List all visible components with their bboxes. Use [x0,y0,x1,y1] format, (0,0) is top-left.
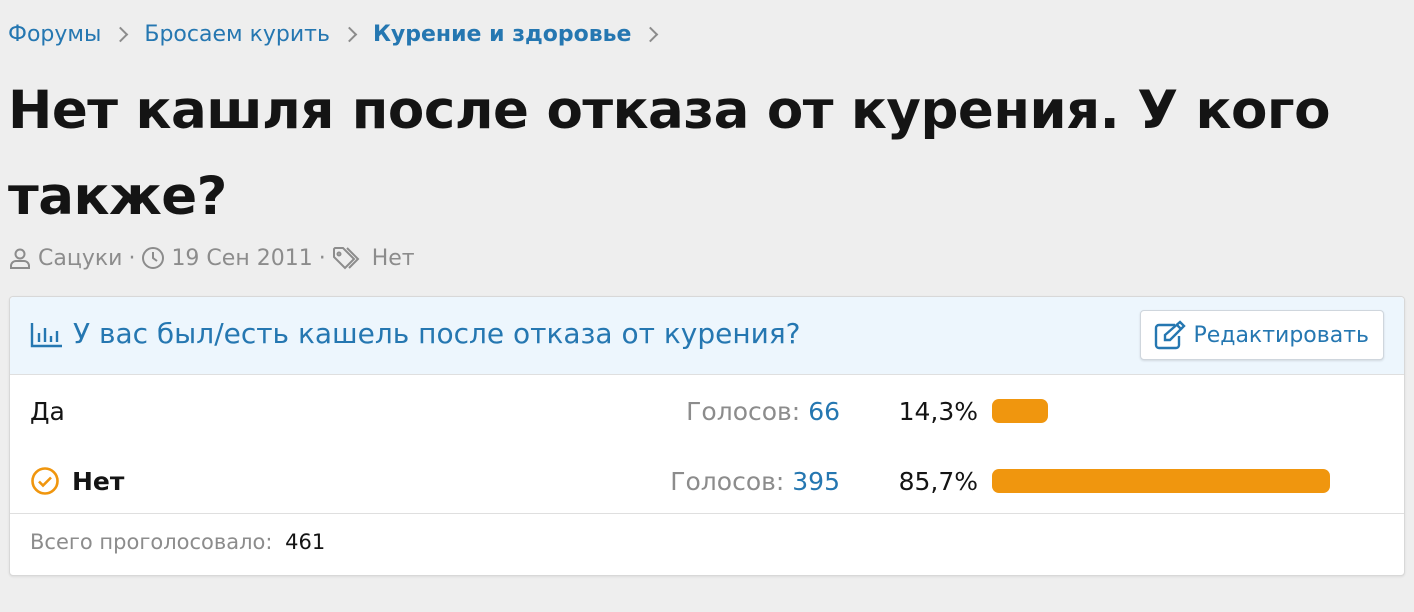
poll-response-row: Да Голосов: 66 14,3% [10,388,1404,434]
meta-separator: · [318,245,326,271]
poll-total: Всего проголосовало: 461 [30,530,325,554]
votes-label: Голосов: [686,396,801,426]
thread-author-link[interactable]: Сацуки [38,246,122,271]
poll-block: У вас был/есть кашель после отказа от ку… [9,296,1405,576]
poll-bar-track [992,469,1386,493]
poll-total-label: Всего проголосовало: [30,530,273,554]
poll-response-text: Нет [72,466,125,496]
chevron-right-icon [113,26,129,42]
bar-chart-icon [30,321,64,349]
breadcrumb-smoking-health-link[interactable]: Курение и здоровье [373,22,632,47]
breadcrumb: Форумы Бросаем курить Курение и здоровье [8,18,674,50]
user-icon [8,246,32,270]
edit-poll-label: Редактировать [1193,322,1369,348]
edit-icon [1153,319,1187,351]
votes-count-link[interactable]: 66 [808,397,840,426]
poll-response-row: Нет Голосов: 395 85,7% [10,458,1404,504]
check-circle-icon [30,466,60,496]
poll-bar [992,399,1049,423]
poll-response-label: Нет [30,458,124,504]
poll-response-label: Да [30,388,65,434]
meta-separator: · [128,245,136,271]
poll-percent: 14,3% [898,396,978,426]
clock-icon [141,246,165,270]
poll-question: У вас был/есть кашель после отказа от ку… [73,317,801,350]
breadcrumb-quit-smoking-link[interactable]: Бросаем курить [144,22,330,47]
page-title: Нет кашля после отказа от курения. У ког… [8,80,1331,227]
thread-meta: Сацуки · 19 Сен 2011 · Нет [8,240,415,276]
edit-poll-button[interactable]: Редактировать [1140,310,1384,360]
poll-header: У вас был/есть кашель после отказа от ку… [10,297,1404,375]
poll-footer: Всего проголосовало: 461 [10,513,1404,575]
poll-percent: 85,7% [898,466,978,496]
poll-response-text: Да [30,396,65,426]
poll-votes: Голосов: 66 [686,388,840,434]
thread-date-link[interactable]: 19 Сен 2011 [171,246,312,271]
breadcrumb-forums-link[interactable]: Форумы [8,22,101,47]
votes-count-link[interactable]: 395 [792,467,840,496]
chevron-right-icon [341,26,358,42]
chevron-right-icon [643,26,659,42]
thread-tags[interactable]: Нет [372,246,415,271]
poll-bar-track [992,399,1386,423]
tags-icon [332,246,366,270]
poll-total-count: 461 [285,530,326,554]
votes-label: Голосов: [670,466,785,496]
poll-bar [992,469,1330,493]
poll-votes: Голосов: 395 [670,458,840,504]
